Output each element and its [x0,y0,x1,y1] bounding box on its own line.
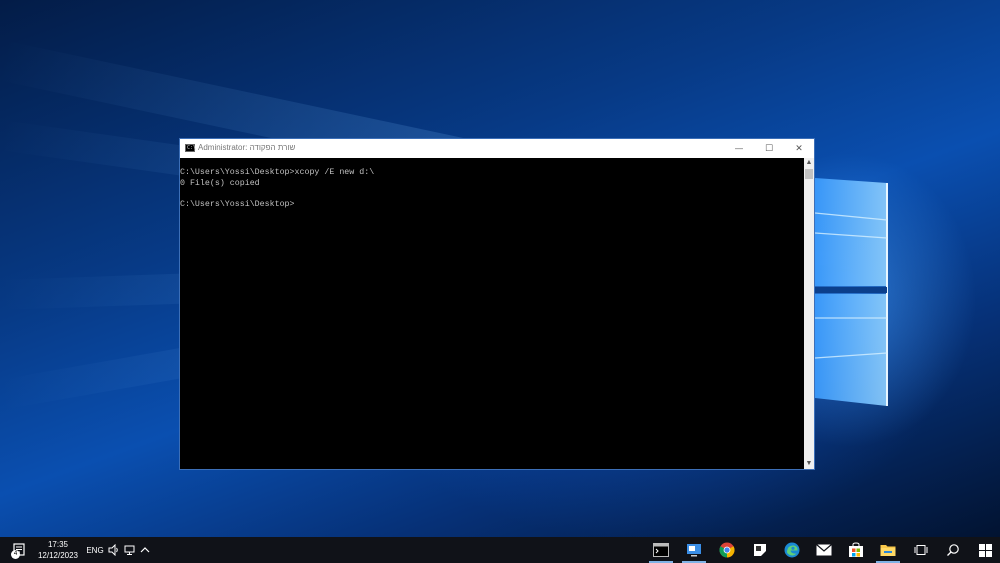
taskbar-app-sticky-notes[interactable] [745,537,775,563]
start-icon [978,543,992,557]
scroll-up-icon[interactable]: ▲ [804,158,814,168]
notification-center-button[interactable]: 4 [8,537,30,563]
taskbar-app-file-explorer[interactable] [873,537,903,563]
taskbar-app-remote-desktop[interactable] [679,537,709,563]
search-button[interactable] [938,537,968,563]
sticky-notes-icon [754,544,766,556]
clock-date: 12/12/2023 [37,551,79,560]
window-title: Administrator: שורת הפקודה [198,143,296,152]
task-view-button[interactable] [906,537,936,563]
store-icon [849,542,863,557]
maximize-icon: ☐ [764,143,774,153]
show-hidden-icons-button[interactable] [138,537,152,563]
language-indicator[interactable]: ENG [84,537,106,563]
console-output[interactable]: C:\Users\Yossi\Desktop>xcopy /E new d:\ … [180,158,804,469]
close-button[interactable]: ✕ [784,139,814,158]
system-clock[interactable]: 17:35 12/12/2023 [34,539,82,561]
scroll-down-icon[interactable]: ▼ [804,459,814,469]
network-button[interactable] [122,537,138,563]
notification-count-badge: 4 [11,550,20,559]
file-explorer-icon [880,545,896,556]
maximize-button[interactable]: ☐ [754,139,784,158]
chevron-up-icon [140,547,150,553]
command-prompt-icon: C:\ [185,144,197,152]
console-prompt-line[interactable]: C:\Users\Yossi\Desktop> [180,200,804,211]
network-icon [124,545,135,555]
taskbar-app-command-prompt[interactable] [646,537,676,563]
taskbar-app-mail[interactable] [809,537,839,563]
remote-desktop-icon [687,544,701,557]
search-icon [947,544,959,556]
clock-time: 17:35 [47,540,69,549]
command-prompt-icon [653,543,669,557]
volume-icon [108,544,118,556]
taskbar: 4 17:35 12/12/2023 ENG [0,537,1000,563]
command-prompt-window[interactable]: C:\ Administrator: שורת הפקודה — ☐ ✕ C:\… [179,138,815,470]
taskbar-app-edge[interactable] [777,537,807,563]
task-view-icon [914,545,928,555]
taskbar-app-store[interactable] [841,537,871,563]
vertical-scrollbar[interactable]: ▲ ▼ [804,158,814,469]
console-line: C:\Users\Yossi\Desktop>xcopy /E new d:\ [180,168,375,177]
minimize-icon: — [735,144,743,153]
window-titlebar[interactable]: C:\ Administrator: שורת הפקודה — ☐ ✕ [180,139,814,158]
windows-logo-wallpaper [815,178,888,406]
taskbar-app-chrome[interactable] [712,537,742,563]
scroll-thumb[interactable] [805,169,813,179]
edge-icon [784,542,800,558]
mail-icon [816,544,832,556]
volume-button[interactable] [106,537,122,563]
minimize-button[interactable]: — [724,139,754,158]
chrome-icon [719,542,735,558]
start-button[interactable] [970,537,1000,563]
close-icon: ✕ [795,143,803,153]
console-line: 0 File(s) copied [180,178,260,188]
